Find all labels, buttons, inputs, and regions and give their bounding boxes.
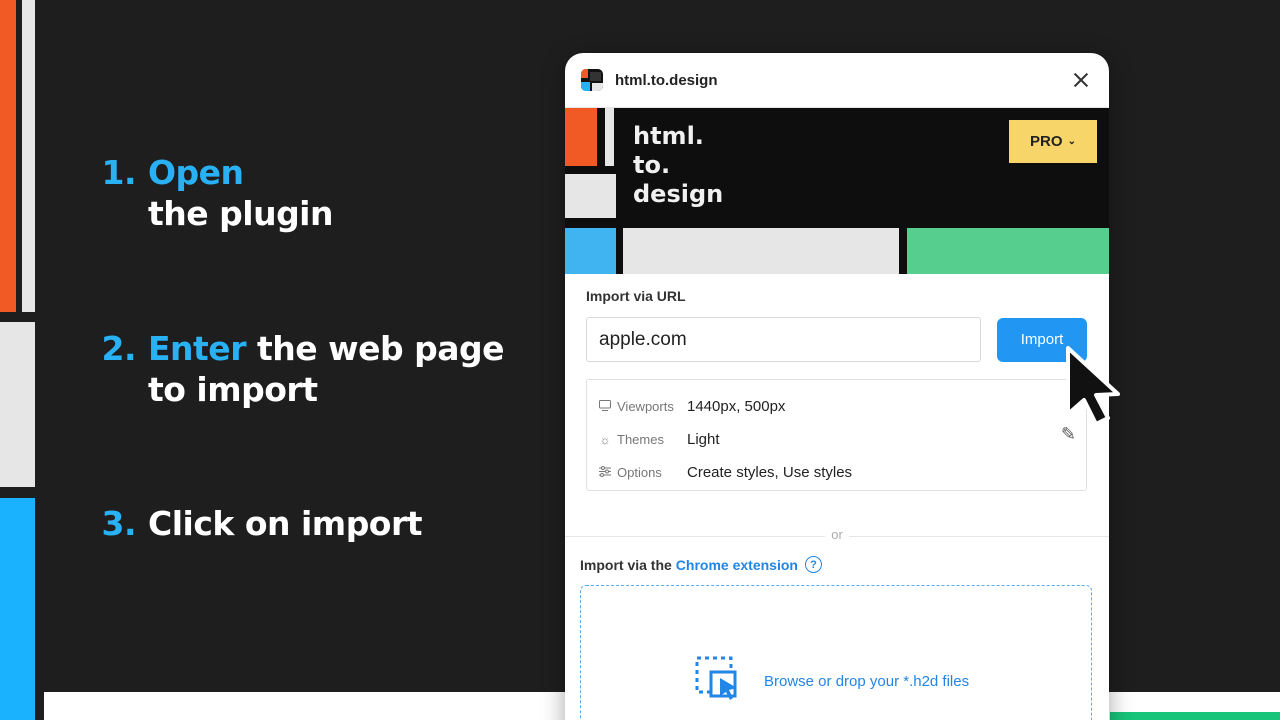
file-dropzone[interactable]: Browse or drop your *.h2d files (580, 585, 1092, 720)
step-2: 2. Enter the web page to import (102, 328, 505, 410)
step-highlight: Open (148, 153, 244, 192)
setting-options[interactable]: Options Create styles, Use styles (587, 456, 1086, 489)
mouse-cursor-icon (1066, 346, 1120, 426)
setting-value: Create styles, Use styles (687, 464, 853, 481)
chrome-extension-link[interactable]: Chrome extension (676, 557, 798, 573)
pro-dropdown-button[interactable]: PRO ⌄ (1009, 120, 1097, 163)
plugin-title: html.to.design (615, 71, 718, 89)
setting-label: Themes (617, 432, 664, 447)
step-text: the web page (245, 329, 505, 368)
sliders-icon (598, 465, 612, 480)
help-icon[interactable]: ? (804, 556, 822, 573)
sun-icon: ☼ (599, 432, 611, 447)
chrome-prefix: Import via the (580, 556, 672, 573)
url-row: Import (586, 317, 1088, 362)
monitor-icon (598, 399, 612, 414)
dropzone-content: Browse or drop your *.h2d files (695, 656, 969, 706)
step-text: Click on import (148, 504, 423, 543)
orange-stripe (0, 0, 16, 312)
blue-stripe (0, 498, 35, 720)
light-stripe (22, 0, 35, 312)
or-divider: or (565, 527, 1109, 542)
app-logo-icon (581, 69, 603, 91)
banner-logo-text: html. to. design (633, 122, 724, 208)
import-url-section: Import via URL Import Viewports 1440px, … (565, 288, 1109, 491)
step-text: the plugin (148, 194, 334, 233)
plugin-banner: html. to. design PRO ⌄ (565, 108, 1109, 274)
setting-label: Options (617, 465, 662, 480)
import-settings-panel: Viewports 1440px, 500px ☼ Themes Light O… (586, 379, 1087, 491)
chrome-import-label: Import via the Chrome extension ? (565, 556, 1109, 573)
setting-value: Light (687, 431, 720, 448)
close-icon[interactable] (1069, 68, 1093, 92)
setting-viewports[interactable]: Viewports 1440px, 500px (587, 390, 1086, 423)
plugin-window: html.to.design html. to. design PRO ⌄ Im… (565, 53, 1109, 720)
pro-label: PRO (1030, 133, 1063, 150)
step-number: 1. (101, 153, 137, 192)
setting-value: 1440px, 500px (687, 398, 786, 415)
url-input[interactable] (586, 317, 981, 362)
setting-themes[interactable]: ☼ Themes Light (587, 423, 1086, 456)
step-number: 2. (101, 329, 137, 368)
step-1: 1. Open the plugin (102, 152, 334, 234)
step-number: 3. (101, 504, 137, 543)
divider-text: or (825, 527, 849, 542)
upload-select-icon (695, 656, 745, 706)
dropzone-text: Browse or drop your *.h2d files (764, 672, 970, 690)
setting-label: Viewports (617, 399, 674, 414)
bottom-green-strip (1110, 712, 1280, 720)
gray-stripe (0, 322, 35, 487)
chevron-down-icon: ⌄ (1067, 136, 1076, 147)
step-3: 3. Click on import (102, 503, 423, 544)
step-text-line2: to import (148, 370, 318, 409)
step-highlight: Enter (148, 329, 246, 368)
import-url-label: Import via URL (586, 288, 686, 304)
plugin-titlebar: html.to.design (565, 53, 1109, 108)
